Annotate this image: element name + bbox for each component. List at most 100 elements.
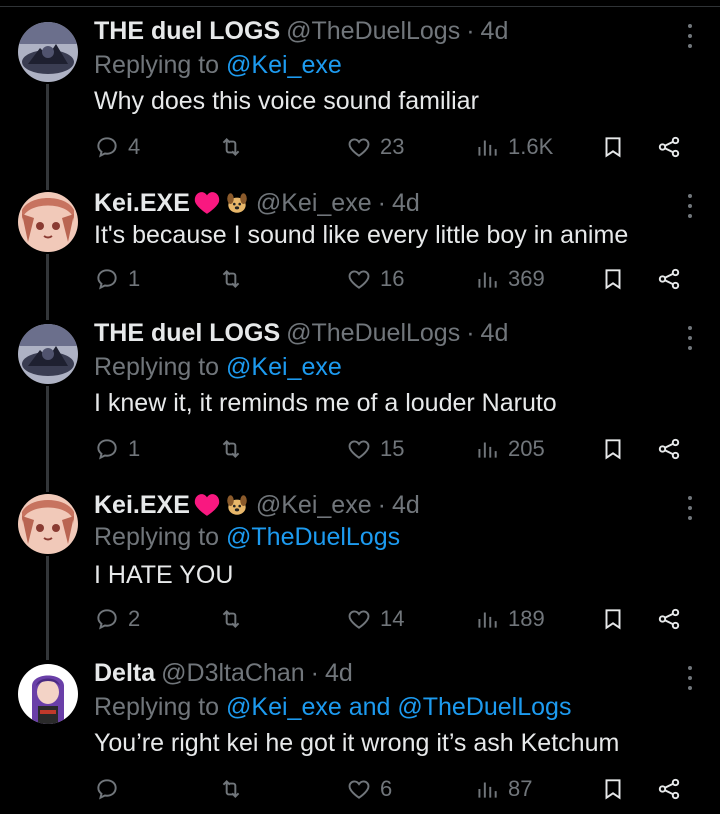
more-icon[interactable] <box>680 666 700 690</box>
tweet[interactable]: Kei.EXE @Kei_exe · 4d Replying to @TheDu… <box>0 490 720 650</box>
tweet-actions: 2 14 189 <box>94 604 694 634</box>
tweet-header: Kei.EXE @Kei_exe · 4d <box>94 188 420 218</box>
like-icon <box>348 138 370 157</box>
tweet-text: It's because I sound like every little b… <box>94 221 629 249</box>
avatar[interactable] <box>18 192 78 252</box>
mention-link[interactable]: @Kei_exe <box>226 353 342 381</box>
like-button[interactable]: 23 <box>346 132 404 162</box>
views-button[interactable]: 205 <box>474 434 545 464</box>
replying-to: Replying to @Kei_exe <box>94 50 342 80</box>
user-handle[interactable]: @Kei_exe <box>256 188 372 218</box>
like-button[interactable]: 14 <box>346 604 404 634</box>
more-icon[interactable] <box>680 496 700 520</box>
tweet[interactable]: Kei.EXE @Kei_exe · 4d It's because I sou… <box>0 188 720 308</box>
bookmark-button[interactable] <box>600 774 626 804</box>
separator-dot: · <box>466 319 475 347</box>
share-icon <box>658 608 680 630</box>
timestamp[interactable]: 4d <box>481 16 509 46</box>
display-name[interactable]: THE duel LOGS <box>94 318 280 348</box>
reply-count: 4 <box>128 134 141 159</box>
reply-count: 1 <box>128 436 141 461</box>
more-icon[interactable] <box>680 24 700 48</box>
like-button[interactable]: 6 <box>346 774 392 804</box>
tweet[interactable]: THE duel LOGS @TheDuelLogs · 4d Replying… <box>0 16 720 176</box>
display-name[interactable]: Delta <box>94 658 155 688</box>
like-button[interactable]: 15 <box>346 434 404 464</box>
reply-button[interactable]: 1 <box>94 264 140 294</box>
heart-emoji <box>194 493 220 517</box>
duel-logs-avatar-image <box>18 22 78 82</box>
timestamp[interactable]: 4d <box>392 490 420 520</box>
share-button[interactable] <box>656 434 682 464</box>
share-icon <box>658 268 680 290</box>
tweet[interactable]: Delta @D3ltaChan · 4d Replying to @Kei_e… <box>0 658 720 808</box>
dog-emoji <box>224 190 250 216</box>
like-button[interactable]: 16 <box>346 264 404 294</box>
display-name[interactable]: Kei.EXE <box>94 188 190 218</box>
views-button[interactable]: 1.6K <box>474 132 553 162</box>
user-handle[interactable]: @TheDuelLogs <box>286 318 460 348</box>
reply-button[interactable]: 1 <box>94 434 140 464</box>
more-icon[interactable] <box>680 326 700 350</box>
views-icon <box>478 442 497 458</box>
more-icon[interactable] <box>680 194 700 218</box>
view-count: 1.6K <box>508 134 554 159</box>
share-button[interactable] <box>656 264 682 294</box>
retweet-button[interactable] <box>218 434 252 464</box>
bookmark-button[interactable] <box>600 434 626 464</box>
bookmark-icon <box>605 779 621 800</box>
delta-avatar-image <box>18 664 78 724</box>
timestamp[interactable]: 4d <box>481 318 509 348</box>
reply-button[interactable]: 4 <box>94 132 140 162</box>
kei-avatar-image <box>18 494 78 554</box>
view-count: 87 <box>508 776 533 801</box>
retweet-icon <box>222 610 240 628</box>
timestamp[interactable]: 4d <box>392 188 420 218</box>
like-icon <box>348 270 370 289</box>
retweet-icon <box>222 440 240 458</box>
bookmark-button[interactable] <box>600 264 626 294</box>
like-icon <box>348 610 370 629</box>
tweet[interactable]: THE duel LOGS @TheDuelLogs · 4d Replying… <box>0 318 720 478</box>
bookmark-button[interactable] <box>600 132 626 162</box>
views-icon <box>478 782 497 798</box>
separator-dot: · <box>377 491 386 519</box>
user-handle[interactable]: @D3ltaChan <box>161 658 305 688</box>
retweet-icon <box>222 270 240 288</box>
share-button[interactable] <box>656 604 682 634</box>
tweet-text: Why does this voice sound familiar <box>94 87 479 115</box>
avatar[interactable] <box>18 494 78 554</box>
share-button[interactable] <box>656 132 682 162</box>
retweet-button[interactable] <box>218 132 252 162</box>
views-button[interactable]: 189 <box>474 604 545 634</box>
user-handle[interactable]: @Kei_exe <box>256 490 372 520</box>
mention-link[interactable]: @TheDuelLogs <box>226 523 400 551</box>
mention-link[interactable]: @Kei_exe and @TheDuelLogs <box>226 693 571 721</box>
views-button[interactable]: 87 <box>474 774 532 804</box>
reply-button[interactable] <box>94 774 128 804</box>
reply-count: 2 <box>128 606 141 631</box>
bookmark-button[interactable] <box>600 604 626 634</box>
share-icon <box>658 136 680 158</box>
display-name[interactable]: THE duel LOGS <box>94 16 280 46</box>
avatar[interactable] <box>18 22 78 82</box>
retweet-button[interactable] <box>218 604 252 634</box>
share-button[interactable] <box>656 774 682 804</box>
tweet-text: I knew it, it reminds me of a louder Nar… <box>94 389 557 417</box>
avatar[interactable] <box>18 664 78 724</box>
duel-logs-avatar-image <box>18 324 78 384</box>
display-name[interactable]: Kei.EXE <box>94 490 190 520</box>
views-button[interactable]: 369 <box>474 264 545 294</box>
mention-link[interactable]: @Kei_exe <box>226 51 342 79</box>
view-count: 205 <box>508 436 545 461</box>
reply-icon <box>97 269 117 290</box>
reply-button[interactable]: 2 <box>94 604 140 634</box>
replying-to: Replying to @Kei_exe <box>94 352 342 382</box>
tweet-header: THE duel LOGS @TheDuelLogs · 4d <box>94 16 508 46</box>
views-icon <box>478 140 497 156</box>
timestamp[interactable]: 4d <box>325 658 353 688</box>
avatar[interactable] <box>18 324 78 384</box>
retweet-button[interactable] <box>218 264 252 294</box>
retweet-button[interactable] <box>218 774 252 804</box>
user-handle[interactable]: @TheDuelLogs <box>286 16 460 46</box>
